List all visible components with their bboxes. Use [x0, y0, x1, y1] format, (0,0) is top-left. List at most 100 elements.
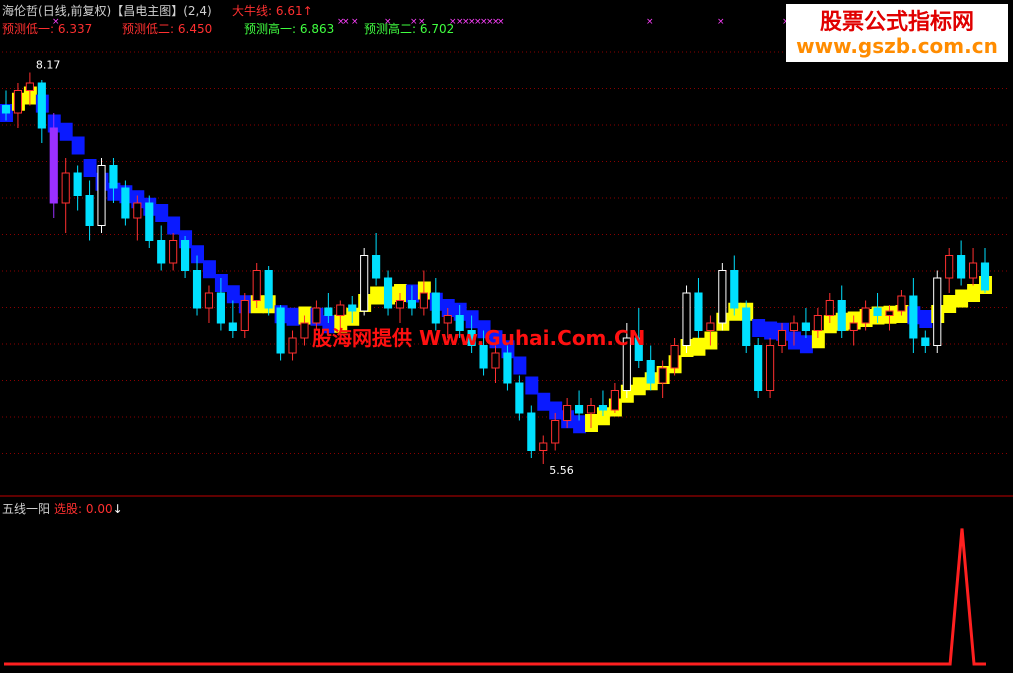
candle-up [766, 345, 775, 391]
candle-up [658, 367, 667, 384]
low-price-label: 5.56 [549, 464, 574, 477]
candle-up [336, 304, 345, 316]
select-value: 0.00 [85, 502, 113, 516]
candle-down [873, 307, 882, 316]
candle-down [980, 262, 990, 291]
candle-down [228, 322, 237, 331]
signal-marker: × [497, 17, 505, 27]
trend-band-down [752, 319, 766, 337]
trend-band-down [202, 260, 216, 279]
candle-down [837, 300, 846, 331]
trend-band-down [83, 159, 97, 177]
candle-down [921, 337, 930, 346]
candle-up [586, 405, 596, 414]
candle-down [73, 172, 82, 196]
candle-down [957, 255, 966, 279]
watermark-title: 股票公式指标网 [819, 10, 974, 35]
watermark-url: www.gszb.com.cn [796, 34, 998, 58]
candle-down [145, 202, 154, 241]
trend-band-up [370, 286, 384, 305]
candle-up [551, 420, 560, 444]
bull-line-label: 大牛线: [232, 4, 273, 18]
signal-marker: × [342, 17, 350, 27]
candle-down [527, 412, 536, 451]
candle-up [491, 352, 500, 369]
candle-up [933, 277, 942, 346]
candle-up [395, 300, 405, 309]
candle-up [849, 322, 858, 331]
candle-down [598, 405, 608, 411]
select-label: 选股: [54, 502, 83, 516]
trend-band-down [764, 321, 778, 340]
pred-high1-readout: 预测高一: 6.863 [244, 20, 334, 37]
candle-down [49, 127, 58, 204]
pred-high2-label: 预测高二: [364, 22, 417, 36]
center-watermark: 股海网提供 Www.Guhai.Com.CN [312, 326, 646, 350]
trend-band-down [167, 216, 181, 235]
candle-up [312, 307, 321, 324]
candle-up [563, 405, 572, 421]
candle-up [25, 82, 34, 91]
candle-down [348, 304, 357, 312]
candle-up [61, 172, 70, 204]
trend-band-down [286, 307, 300, 326]
candle-down [515, 382, 524, 414]
candle-down [121, 187, 130, 219]
candle-down [372, 255, 381, 279]
trend-band-up [967, 284, 981, 302]
pred-low2-readout: 预测低二: 6.450 [122, 20, 212, 37]
down-arrow-icon: ↓ [112, 502, 123, 516]
candle-up [813, 315, 822, 331]
pred-low1-value: 6.337 [57, 22, 93, 36]
candle-down [37, 82, 46, 129]
signal-marker: × [717, 17, 725, 27]
candle-down [157, 240, 166, 264]
trend-band-up [823, 315, 837, 334]
pred-high1-value: 6.863 [299, 22, 335, 36]
trend-band-up [943, 295, 957, 313]
trend-band-down [513, 356, 527, 375]
candle-down [730, 270, 739, 309]
trend-band-down [71, 136, 85, 155]
up-arrow-icon: ↑ [302, 4, 313, 18]
candle-down [801, 322, 810, 331]
candle-up [252, 270, 261, 301]
bull-line-value: 6.61 [275, 4, 303, 18]
trend-band-down [919, 310, 933, 328]
candle-up [789, 322, 799, 331]
trend-band-down [537, 392, 551, 411]
candle-down [503, 352, 512, 384]
signal-marker: × [351, 17, 359, 27]
candle-up [133, 202, 142, 219]
candle-down [109, 165, 118, 189]
candle-down [742, 307, 751, 346]
candle-up [885, 310, 894, 316]
candle-up [718, 270, 727, 324]
watermark-logo: 股票公式指标网 www.gszb.com.cn [786, 4, 1008, 62]
candle-down [216, 292, 225, 324]
candle-down [85, 195, 94, 226]
stock-name: 海伦哲 [2, 4, 39, 18]
candle-down [909, 295, 918, 339]
candle-up [682, 292, 691, 346]
candle-up [539, 442, 548, 451]
candle-down [383, 277, 393, 309]
trend-band-down [59, 122, 73, 141]
sub-panel-title: 五线一阳 [2, 500, 50, 517]
candle-up [360, 255, 369, 312]
candle-up [825, 300, 834, 316]
candle-down [407, 300, 417, 309]
candle-down [192, 270, 202, 309]
candle-up [240, 300, 249, 331]
candle-down [181, 240, 190, 271]
pred-high1-label: 预测高一: [244, 22, 297, 36]
candle-up [945, 255, 954, 279]
candle-up [419, 292, 428, 309]
select-readout: 选股: 0.00↓ [54, 500, 123, 517]
candle-up [610, 390, 619, 411]
trend-band-up [955, 289, 969, 308]
indicator-params: (2,4) [183, 4, 212, 18]
candle-up [97, 165, 106, 226]
candle-up [968, 262, 978, 279]
candle-down [276, 307, 285, 354]
